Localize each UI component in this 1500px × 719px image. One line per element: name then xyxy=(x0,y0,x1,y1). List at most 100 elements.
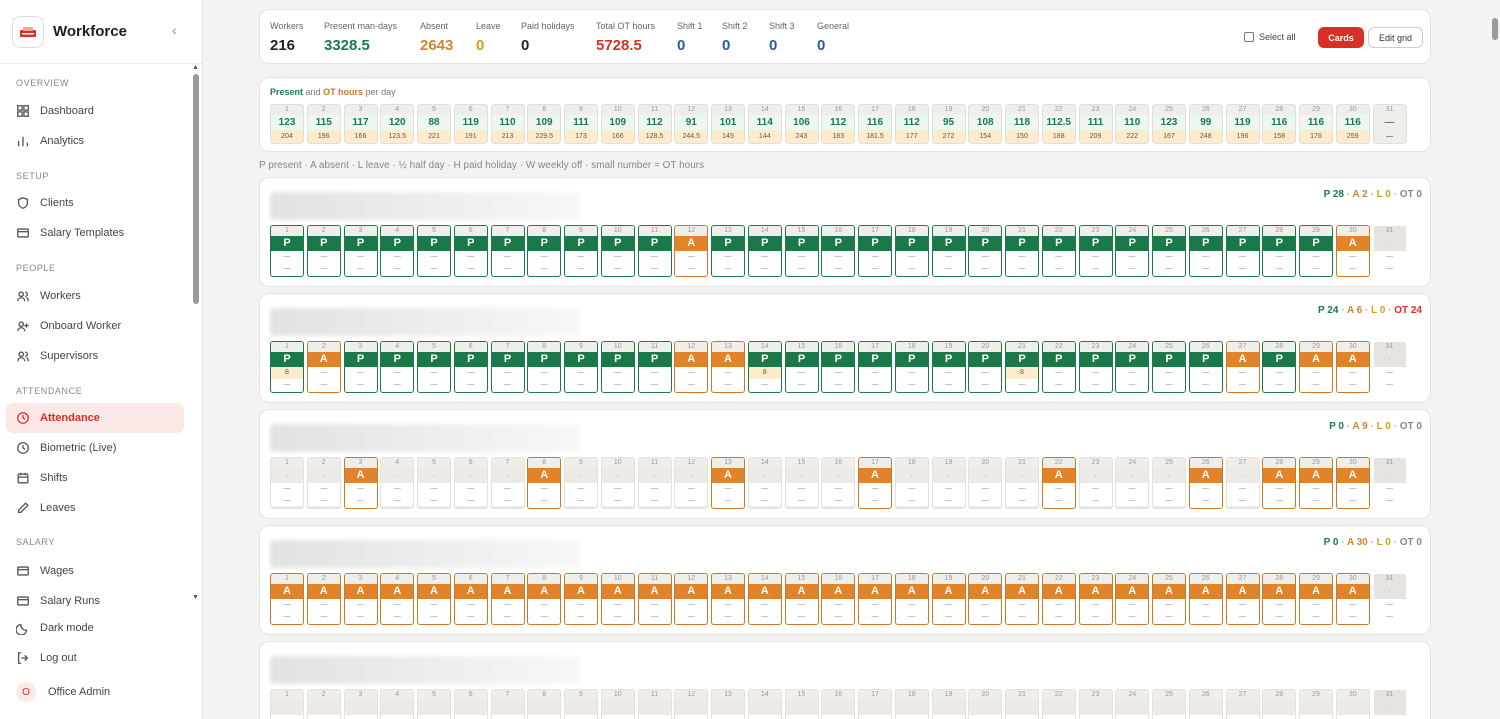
day-cell[interactable]: 14 A — — xyxy=(747,573,782,625)
day-cell[interactable]: 13 A — — xyxy=(711,457,745,509)
day-cell[interactable]: 7 xyxy=(490,689,525,719)
day-cell[interactable]: 8 A — — xyxy=(527,573,562,625)
page-scroll-thumb[interactable] xyxy=(1492,18,1498,40)
day-cell[interactable]: 22 P — — xyxy=(1041,225,1076,277)
day-cell[interactable]: 9 P — — xyxy=(564,225,598,277)
sidebar-item-analytics[interactable]: Analytics xyxy=(6,126,184,156)
day-cell[interactable]: 27 · — — xyxy=(1225,457,1260,509)
day-cell[interactable]: 27 A — — xyxy=(1225,341,1260,393)
day-cell[interactable]: 31·—— xyxy=(1373,457,1407,509)
day-cell[interactable]: 15 P — — xyxy=(784,341,819,393)
day-cell[interactable]: 3 xyxy=(343,689,378,719)
day-cell[interactable]: 26 xyxy=(1188,689,1223,719)
day-cell[interactable]: 19 A — — xyxy=(931,573,966,625)
day-cell[interactable]: 22 P — — xyxy=(1041,341,1076,393)
page-scrollbar[interactable] xyxy=(1490,0,1500,719)
day-cell[interactable]: 6 P — — xyxy=(453,225,488,277)
day-cell[interactable]: 25 · — — xyxy=(1152,457,1186,509)
day-cell[interactable]: 8 P — — xyxy=(527,341,562,393)
day-cell[interactable]: 6 xyxy=(453,689,488,719)
checkbox-icon[interactable] xyxy=(1244,32,1254,42)
day-cell[interactable]: 24 xyxy=(1115,689,1150,719)
day-cell[interactable]: 11 xyxy=(637,689,672,719)
day-cell[interactable]: 21 A — — xyxy=(1005,573,1039,625)
sidebar-item-biometric-live[interactable]: Biometric (Live) xyxy=(6,433,184,463)
day-cell[interactable]: 12 xyxy=(674,689,709,719)
day-cell[interactable]: 24 P — — xyxy=(1115,225,1150,277)
collapse-sidebar-icon[interactable]: ‹ xyxy=(172,22,177,38)
sidebar-scroll-thumb[interactable] xyxy=(193,74,199,304)
day-cell[interactable]: 19 P — — xyxy=(931,341,966,393)
day-cell[interactable]: 29 xyxy=(1299,689,1333,719)
sidebar-item-wages[interactable]: Wages xyxy=(6,556,184,586)
day-cell[interactable]: 24 · — — xyxy=(1115,457,1150,509)
day-cell[interactable]: 20 · — — xyxy=(968,457,1003,509)
day-cell[interactable]: 31·—— xyxy=(1373,341,1407,393)
day-cell[interactable]: 7 · — — xyxy=(490,457,525,509)
day-cell[interactable]: 7 P — — xyxy=(490,341,525,393)
day-cell[interactable]: 2 · — — xyxy=(306,457,341,509)
day-cell[interactable]: 17 A — — xyxy=(858,573,892,625)
day-cell[interactable]: 1 · — — xyxy=(270,457,304,509)
day-cell[interactable]: 1 xyxy=(270,689,304,719)
user-profile[interactable]: O Office Admin xyxy=(6,677,184,707)
day-cell[interactable]: 25 xyxy=(1152,689,1186,719)
day-cell[interactable]: 5 · — — xyxy=(417,457,451,509)
day-cell[interactable]: 15 · — — xyxy=(784,457,819,509)
sidebar-item-leaves[interactable]: Leaves xyxy=(6,493,184,523)
day-cell[interactable]: 20 xyxy=(968,689,1003,719)
day-cell[interactable]: 23 P — — xyxy=(1078,341,1113,393)
day-cell[interactable]: 18 A — — xyxy=(894,573,929,625)
day-cell[interactable]: 16 P — — xyxy=(821,225,856,277)
day-cell[interactable]: 16 P — — xyxy=(821,341,856,393)
day-cell[interactable]: 21 xyxy=(1005,689,1039,719)
day-cell[interactable]: 2 xyxy=(306,689,341,719)
sidebar-item-clients[interactable]: Clients xyxy=(6,188,184,218)
day-cell[interactable]: 18 P — — xyxy=(894,225,929,277)
day-cell[interactable]: 31·—— xyxy=(1373,573,1407,625)
day-cell[interactable]: 8 A — — xyxy=(527,457,562,509)
day-cell[interactable]: 5 P — — xyxy=(417,225,451,277)
dark-mode-toggle[interactable]: Dark mode xyxy=(6,613,184,643)
sidebar-item-attendance[interactable]: Attendance xyxy=(6,403,184,433)
day-cell[interactable]: 5 P — — xyxy=(417,341,451,393)
day-cell[interactable]: 28 P — — xyxy=(1262,341,1297,393)
day-cell[interactable]: 31·—— xyxy=(1373,225,1407,277)
day-cell[interactable]: 7 P — — xyxy=(490,225,525,277)
day-cell[interactable]: 10 xyxy=(600,689,635,719)
day-cell[interactable]: 13 P — — xyxy=(711,225,745,277)
day-cell[interactable]: 25 P — — xyxy=(1152,341,1186,393)
day-cell[interactable]: 30 A — — xyxy=(1335,225,1370,277)
day-cell[interactable]: 18 P — — xyxy=(894,341,929,393)
day-cell[interactable]: 26 P — — xyxy=(1188,341,1223,393)
day-cell[interactable]: 21 · — — xyxy=(1005,457,1039,509)
edit-grid-button[interactable]: Edit grid xyxy=(1368,27,1423,48)
day-cell[interactable]: 2 A — — xyxy=(306,573,341,625)
day-cell[interactable]: 26 P — — xyxy=(1188,225,1223,277)
day-cell[interactable]: 20 P — — xyxy=(968,225,1003,277)
day-cell[interactable]: 22 A — — xyxy=(1041,573,1076,625)
day-cell[interactable]: 5 xyxy=(417,689,451,719)
day-cell[interactable]: 6 A — — xyxy=(453,573,488,625)
day-cell[interactable]: 6 · — — xyxy=(453,457,488,509)
sidebar-item-onboard-worker[interactable]: Onboard Worker xyxy=(6,311,184,341)
day-cell[interactable]: 14 xyxy=(747,689,782,719)
day-cell[interactable]: 29 P — — xyxy=(1299,225,1333,277)
day-cell[interactable]: 3 P — — xyxy=(343,225,378,277)
day-cell[interactable]: 2 P — — xyxy=(306,225,341,277)
day-cell[interactable]: 16 · — — xyxy=(821,457,856,509)
day-cell[interactable]: 21 P — — xyxy=(1005,225,1039,277)
day-cell[interactable]: 29 A — — xyxy=(1299,341,1333,393)
day-cell[interactable]: 14 P 8 — xyxy=(747,341,782,393)
day-cell[interactable]: 26 A — — xyxy=(1188,573,1223,625)
day-cell[interactable]: 28 xyxy=(1262,689,1297,719)
worker-card[interactable]: 1 2 3 4 5 6 7 8 9 10 11 12 13 14 15 16 17 18 19 20 21 22 23 24 2… xyxy=(259,641,1431,719)
day-cell[interactable]: 31·—— xyxy=(1373,689,1407,719)
day-cell[interactable]: 12 A — — xyxy=(674,225,709,277)
day-cell[interactable]: 3 P — — xyxy=(343,341,378,393)
day-cell[interactable]: 4 xyxy=(380,689,415,719)
day-cell[interactable]: 23 A — — xyxy=(1078,573,1113,625)
day-cell[interactable]: 3 A — — xyxy=(343,457,378,509)
day-cell[interactable]: 8 xyxy=(527,689,562,719)
day-cell[interactable]: 4 · — — xyxy=(380,457,415,509)
